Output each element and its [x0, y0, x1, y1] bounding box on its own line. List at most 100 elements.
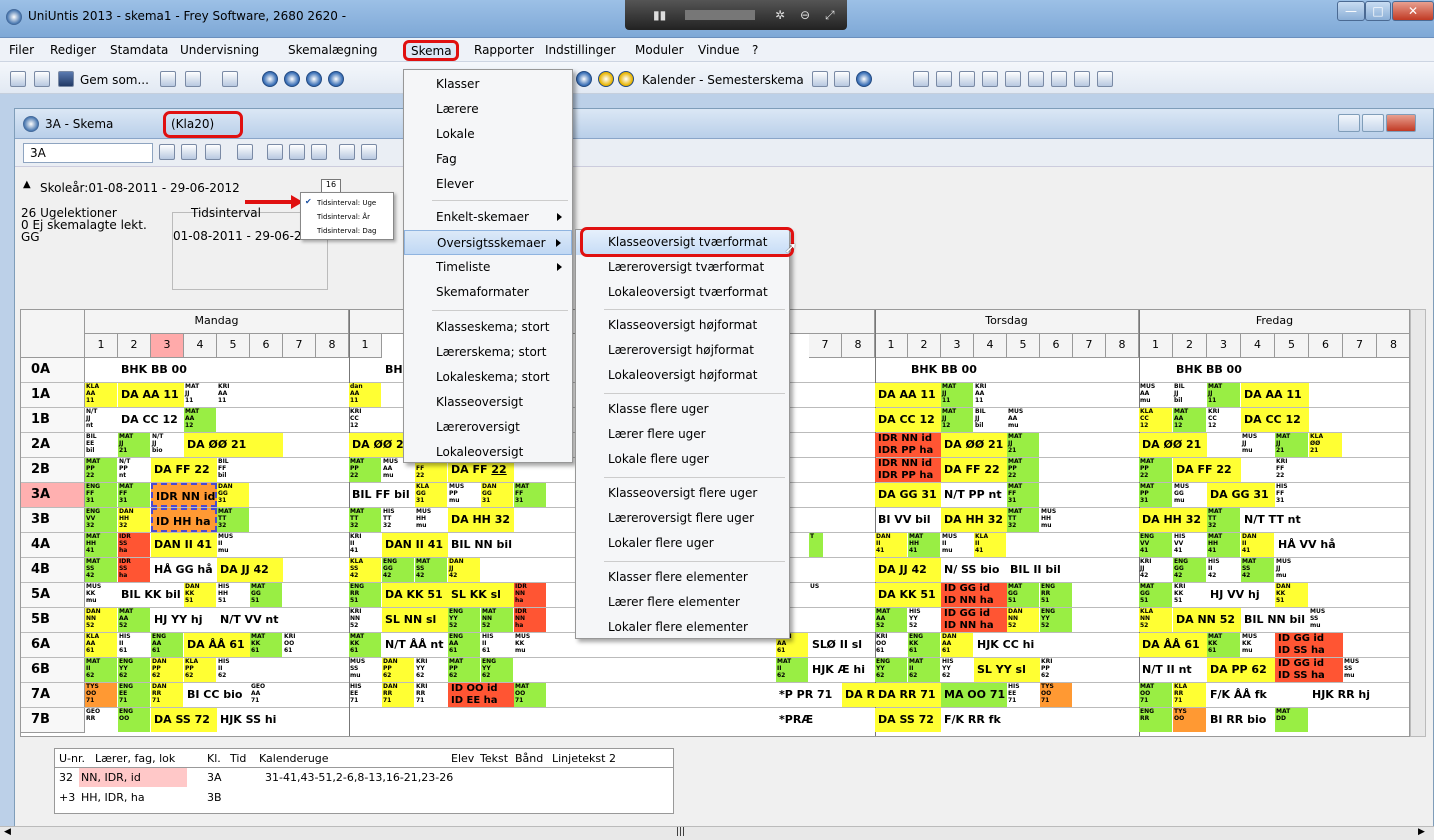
lesson-cell[interactable]: F/K RR fk — [941, 708, 1007, 732]
lesson-small[interactable]: IDR SS ha — [118, 533, 150, 557]
lesson-cell[interactable]: DA CC 12 — [118, 408, 184, 432]
lesson-cell[interactable]: DA NN 52 — [1173, 608, 1241, 632]
lesson-small[interactable]: MAT PP 31 — [1139, 483, 1172, 507]
lesson-small[interactable]: HIS EE 71 — [349, 683, 381, 707]
lesson-small[interactable]: DAN HH 32 — [118, 508, 150, 532]
lesson-small[interactable]: KLA ØØ 21 — [1309, 433, 1342, 457]
lesson-cell[interactable]: DA GG 31 — [875, 483, 941, 507]
menu-item-laereroversigt-hoejformat[interactable]: Læreroversigt højformat — [576, 338, 789, 363]
menu-item-enkelt-skemaer[interactable]: Enkelt-skemaer — [404, 205, 572, 230]
layout-8-icon[interactable] — [1074, 71, 1090, 87]
lesson-cell[interactable]: ID GG id — [1275, 658, 1343, 670]
lesson-small[interactable]: MAT AA 52 — [118, 608, 150, 632]
lesson-small[interactable]: ENG EE 71 — [118, 683, 150, 707]
lesson-cell[interactable]: ID GG id — [941, 583, 1007, 595]
child-close-button[interactable] — [1386, 114, 1416, 132]
lesson-small[interactable]: MAT JJ 21 — [118, 433, 150, 457]
lesson-small[interactable]: DAN GG 31 — [481, 483, 513, 507]
lesson-cell[interactable]: DA AA 11 — [1241, 383, 1309, 407]
spinner-icon[interactable] — [181, 144, 197, 160]
gear-icon[interactable]: ✲ — [775, 8, 785, 22]
menu-item-klasseoversigt-hoejformat[interactable]: Klasseoversigt højformat — [576, 313, 789, 338]
lesson-cell[interactable]: BIL KK bil — [118, 583, 184, 607]
lesson-small[interactable]: MAT GG 51 — [1139, 583, 1172, 607]
lesson-cell[interactable]: N/T II nt — [1139, 658, 1207, 682]
menu-item-skemaformater[interactable]: Skemaformater — [404, 280, 572, 305]
lesson-small[interactable]: TYS OO 71 — [85, 683, 117, 707]
lesson-small[interactable]: MAT OO 71 — [514, 683, 546, 707]
table-icon[interactable] — [834, 71, 850, 87]
col-week[interactable]: Kalenderuge — [259, 752, 329, 765]
lesson-cell[interactable]: BHK BB 00 — [908, 358, 977, 382]
menu-help[interactable]: ? — [752, 43, 758, 57]
lesson-small[interactable]: HIS II 61 — [118, 633, 150, 657]
row-header-3a[interactable]: 3A — [21, 483, 85, 508]
lesson-small[interactable]: MAT II 62 — [85, 658, 117, 682]
collapse-arrow-icon[interactable]: ▲ — [23, 179, 31, 190]
lesson-small[interactable]: MAT PP 22 — [1007, 458, 1039, 482]
people-icon[interactable] — [205, 144, 221, 160]
lesson-small[interactable]: KLA CC 12 — [1139, 408, 1172, 432]
lesson-cell[interactable]: HJK SS hi — [217, 708, 283, 732]
lesson-small[interactable]: MUS HH mu — [415, 508, 447, 532]
lesson-small[interactable]: KRI FF 22 — [1275, 458, 1308, 482]
lesson-small[interactable]: ENG RR — [1139, 708, 1172, 732]
lesson-small[interactable]: MAT TT 32 — [217, 508, 249, 532]
lesson-cell[interactable]: SL NN sl — [382, 608, 448, 632]
import-icon[interactable] — [267, 144, 283, 160]
lesson-cell[interactable]: ID EE ha — [448, 695, 514, 707]
grid-vertical-scrollbar[interactable] — [1410, 309, 1426, 737]
lesson-small[interactable]: MAT PP 22 — [85, 458, 117, 482]
col-unr[interactable]: U-nr. — [59, 752, 85, 765]
lesson-cell[interactable]: DA CC 12 — [1241, 408, 1309, 432]
lesson-cell[interactable]: DA CC 12 — [875, 408, 941, 432]
lesson-cell[interactable]: DA KK 51 — [875, 583, 941, 607]
menu-item-klasser-flere-elementer[interactable]: Klasser flere elementer — [576, 565, 789, 590]
lesson-small[interactable]: KRI KK 51 — [1173, 583, 1206, 607]
lesson-small[interactable]: KRI II 41 — [349, 533, 381, 557]
lesson-small[interactable]: ENG RR 51 — [1040, 583, 1072, 607]
lesson-cell[interactable]: HJK Æ hi — [809, 658, 875, 682]
lesson-cell[interactable]: BIL NN bil — [448, 533, 528, 557]
menu-item-klasseoversigt[interactable]: Klasseoversigt — [404, 390, 572, 415]
lesson-cell[interactable]: DAN II 41 — [382, 533, 448, 557]
grid-icon[interactable] — [237, 144, 253, 160]
lesson-small[interactable]: MAT GG 51 — [1007, 583, 1039, 607]
col-time[interactable]: Tid — [230, 752, 246, 765]
lesson-small[interactable]: MUS KK mu — [85, 583, 117, 607]
lesson-small[interactable]: MAT AA 52 — [875, 608, 907, 632]
scroll-thumb-icon[interactable]: ||| — [676, 827, 685, 837]
row-header-7a[interactable]: 7A — [21, 683, 85, 708]
child-maximize-button[interactable] — [1362, 114, 1384, 132]
lesson-small[interactable]: MAT AA 12 — [1173, 408, 1206, 432]
lesson-small[interactable]: MUS GG mu — [1173, 483, 1206, 507]
lesson-cell[interactable]: N/T ÅÅ nt — [382, 633, 448, 657]
lesson-cell[interactable]: DA RR 71 — [842, 683, 875, 707]
lock-icon[interactable] — [289, 144, 305, 160]
menu-rediger[interactable]: Rediger — [50, 43, 96, 57]
interval-week[interactable]: Tidsinterval: Uge — [317, 199, 376, 207]
lesson-cell[interactable]: BI CC bio — [184, 683, 250, 707]
lesson-cell[interactable]: ID GG id — [1275, 633, 1343, 645]
lesson-cell[interactable]: IDR PP ha — [875, 470, 941, 482]
lesson-cell[interactable]: DA HH 32 — [1139, 508, 1207, 532]
lesson-small[interactable]: DAN GG 31 — [217, 483, 249, 507]
menu-skemalaegning[interactable]: Skemalægning — [288, 43, 377, 57]
lesson-small[interactable]: GEO RR — [85, 708, 117, 732]
lesson-small[interactable]: MAT FF 31 — [1007, 483, 1039, 507]
lesson-small[interactable]: MAT TT 32 — [1007, 508, 1039, 532]
lesson-cell-selected[interactable]: ID HH ha — [151, 508, 217, 532]
scroll-right-icon[interactable]: ▶ — [1418, 827, 1425, 837]
lesson-cell[interactable]: DAN II 41 — [151, 533, 217, 557]
lesson-small[interactable]: TYS OO 71 — [1040, 683, 1072, 707]
lesson-small[interactable]: ENG OO — [118, 708, 150, 732]
lesson-small[interactable]: IDR SS ha — [118, 558, 150, 582]
menu-vindue[interactable]: Vindue — [698, 43, 740, 57]
menu-item-laereroversigt-flere-uger[interactable]: Læreroversigt flere uger — [576, 506, 789, 531]
remote-session-bar[interactable]: ▮▮ ✲ ⊖ ⤢ — [625, 0, 847, 30]
lesson-small[interactable]: MAT JJ 21 — [1007, 433, 1039, 457]
lesson-small[interactable]: HIS FF 31 — [1275, 483, 1308, 507]
lesson-small[interactable]: KRI AA 11 — [974, 383, 1006, 407]
lesson-small[interactable]: KRI YY 62 — [415, 658, 447, 682]
lesson-small[interactable]: DAN JJ 42 — [448, 558, 480, 582]
